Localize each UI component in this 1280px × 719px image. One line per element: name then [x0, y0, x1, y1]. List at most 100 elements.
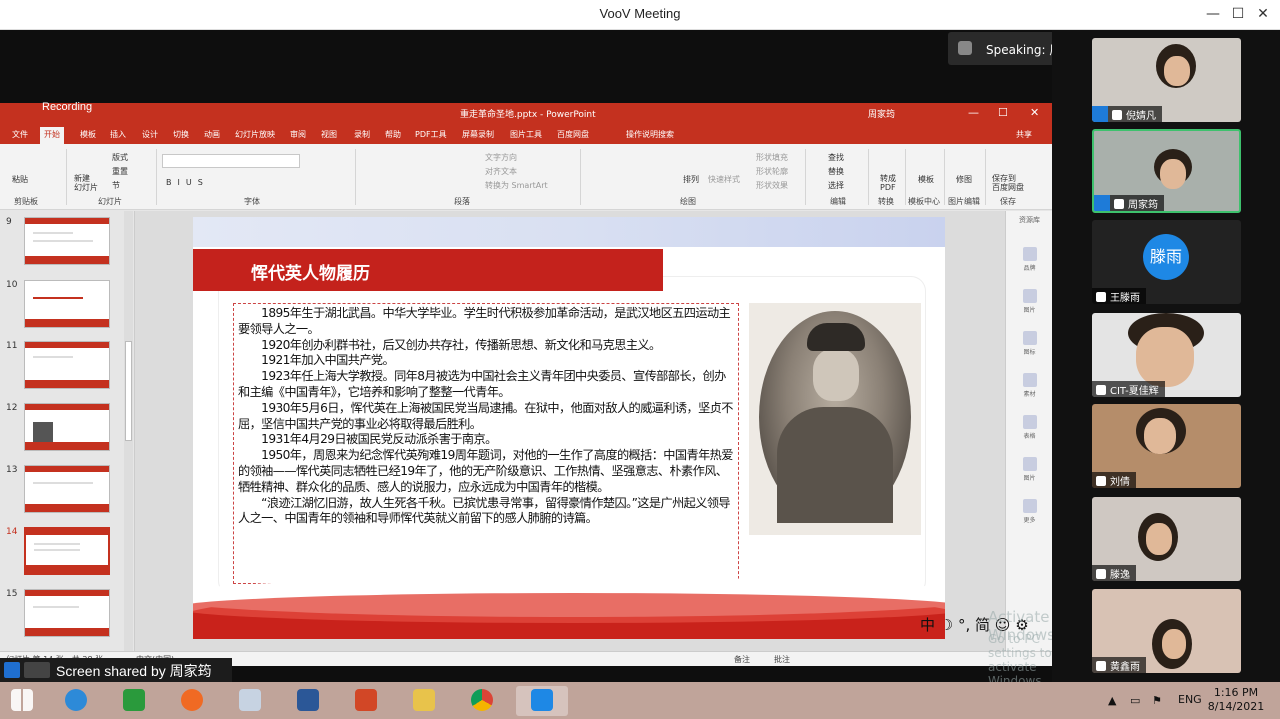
slide-thumbnail[interactable] — [24, 341, 110, 389]
tab-view[interactable]: 视图 — [321, 129, 337, 140]
arrange-button[interactable]: 排列 — [683, 174, 699, 185]
tab-insert[interactable]: 插入 — [110, 129, 126, 140]
tab-baidu-cloud[interactable]: 百度网盘 — [557, 129, 589, 140]
picture-edit-button[interactable]: 修图 — [956, 174, 972, 185]
participant-tile[interactable]: 滕雨 王滕雨 — [1092, 220, 1241, 304]
font-name-select[interactable] — [162, 154, 300, 168]
chrome-icon[interactable] — [466, 686, 498, 716]
start-button[interactable] — [6, 686, 38, 716]
replace-button[interactable]: 替换 — [828, 166, 844, 177]
participant-name: 刘倩 — [1092, 472, 1136, 488]
resource-item[interactable]: 更多 — [1006, 499, 1053, 524]
slide-thumbnail-selected[interactable] — [24, 527, 110, 575]
template-button[interactable]: 模板 — [918, 174, 934, 185]
slide-thumbnail[interactable] — [24, 465, 110, 513]
ppt-ribbon: 粘贴 新建 幻灯片 版式 重置 节 BIUS 文字方向 对齐文本 转换为 Sma… — [0, 144, 1052, 210]
store-icon[interactable] — [118, 686, 150, 716]
resource-pane: 资源库 品牌 图片 图标 素材 表格 图片 更多 — [1005, 211, 1052, 651]
slide-thumbnail[interactable] — [24, 217, 110, 265]
comments-button[interactable]: 批注 — [774, 654, 790, 665]
close-button[interactable]: ✕ — [1252, 4, 1274, 24]
participant-tile[interactable]: 滕逸 — [1092, 497, 1241, 581]
tab-home[interactable]: 开始 — [40, 127, 64, 144]
thumbnail-scrollbar[interactable] — [124, 211, 133, 651]
language-indicator[interactable]: ENG — [1178, 693, 1202, 706]
network-icon[interactable]: ▭ — [1130, 694, 1140, 707]
resource-item[interactable]: 图片 — [1006, 457, 1053, 482]
slide-paragraph: 1921年加入中国共产党。 — [238, 353, 395, 368]
save-to-cloud-button[interactable]: 保存到 百度网盘 — [992, 174, 1024, 192]
to-pdf-button[interactable]: 转成 PDF — [880, 174, 896, 192]
tab-animations[interactable]: 动画 — [204, 129, 220, 140]
select-button[interactable]: 选择 — [828, 180, 844, 191]
slide-textbox[interactable]: 1895年生于湖北武昌。中华大学毕业。学生时代积极参加革命活动，是武汉地区五四运… — [233, 303, 739, 584]
smartart-button[interactable]: 转换为 SmartArt — [485, 180, 548, 191]
notes-button[interactable]: 备注 — [734, 654, 750, 665]
firefox-icon[interactable] — [176, 686, 208, 716]
file-explorer-icon[interactable] — [408, 686, 440, 716]
tab-pdf-tools[interactable]: PDF工具 — [415, 129, 447, 140]
quick-styles-button[interactable]: 快速样式 — [708, 174, 740, 185]
tab-transitions[interactable]: 切换 — [173, 129, 189, 140]
slide-number: 12 — [6, 403, 18, 413]
slide-thumbnail[interactable] — [24, 403, 110, 451]
powerpoint-icon[interactable] — [350, 686, 382, 716]
paint-icon[interactable] — [234, 686, 266, 716]
maximize-button[interactable]: ☐ — [1227, 4, 1249, 24]
find-button[interactable]: 查找 — [828, 152, 844, 163]
paste-button[interactable]: 粘贴 — [12, 174, 28, 185]
slide-number-selected: 14 — [6, 527, 18, 537]
participant-tile[interactable]: 刘倩 — [1092, 404, 1241, 488]
word-icon[interactable] — [292, 686, 324, 716]
group-clipboard: 剪贴板 — [14, 197, 38, 206]
screen-share-indicator[interactable]: Screen shared by 周家筠 — [0, 658, 232, 682]
resource-item[interactable]: 素材 — [1006, 373, 1053, 398]
share-button[interactable]: 共享 — [1016, 129, 1032, 140]
participant-tile[interactable]: 黄鑫雨 — [1092, 589, 1241, 673]
participant-tile[interactable]: CIT-夏佳辉 — [1092, 313, 1241, 397]
slide-number: 11 — [6, 341, 18, 351]
ppt-menubar: 文件 开始 模板 插入 设计 切换 动画 幻灯片放映 审阅 视图 录制 帮助 P… — [0, 125, 1052, 144]
resource-item[interactable]: 表格 — [1006, 415, 1053, 440]
slide-thumbnail[interactable] — [24, 589, 110, 637]
reset-button[interactable]: 重置 — [112, 166, 128, 177]
tab-help[interactable]: 帮助 — [385, 129, 401, 140]
text-direction-button[interactable]: 文字方向 — [485, 152, 517, 163]
font-format-buttons[interactable]: BIUS — [166, 178, 209, 187]
tab-design[interactable]: 设计 — [142, 129, 158, 140]
ppt-minimize-icon[interactable]: — — [968, 106, 979, 119]
align-text-button[interactable]: 对齐文本 — [485, 166, 517, 177]
tab-template[interactable]: 模板 — [80, 129, 96, 140]
tab-screen-record[interactable]: 屏幕录制 — [462, 129, 494, 140]
tab-review[interactable]: 审阅 — [290, 129, 306, 140]
ppt-maximize-icon[interactable]: ☐ — [998, 106, 1008, 119]
activate-windows-hint: Go to PC settings to activate Windows. — [988, 632, 1052, 688]
slide-paragraph: 1895年生于湖北武昌。中华大学毕业。学生时代积极参加革命活动，是武汉地区五四运… — [238, 306, 731, 336]
section-button[interactable]: 节 — [112, 180, 120, 191]
slide-thumbnail[interactable] — [24, 280, 110, 328]
layout-button[interactable]: 版式 — [112, 152, 128, 163]
tab-tell-me[interactable]: 操作说明搜索 — [626, 129, 674, 140]
new-slide-button[interactable]: 新建 幻灯片 — [74, 174, 98, 192]
slide-canvas: 恽代英人物履历 1895年生于湖北武昌。中华大学毕业。学生时代积极参加革命活动，… — [135, 211, 1005, 651]
tab-record[interactable]: 录制 — [354, 129, 370, 140]
resource-item[interactable]: 品牌 — [1006, 247, 1053, 272]
shape-effects-button[interactable]: 形状效果 — [756, 180, 788, 191]
flag-icon[interactable]: ⚑ — [1152, 694, 1162, 707]
resource-item[interactable]: 图标 — [1006, 331, 1053, 356]
participant-tile[interactable]: 倪婧凡 — [1092, 38, 1241, 122]
minimize-button[interactable]: — — [1202, 4, 1224, 24]
ie-icon[interactable] — [60, 686, 92, 716]
tab-picture-tools[interactable]: 图片工具 — [510, 129, 542, 140]
tab-slideshow[interactable]: 幻灯片放映 — [235, 129, 275, 140]
participant-tile-active[interactable]: 周家筠 — [1092, 129, 1241, 213]
voov-icon[interactable] — [516, 686, 568, 716]
tray-chevron-icon[interactable]: ▲ — [1108, 694, 1116, 707]
tab-file[interactable]: 文件 — [12, 129, 28, 140]
slide-paragraph: 1923年任上海大学教授。同年8月被选为中国社会主义青年团中央委员、宣传部部长，… — [238, 369, 726, 399]
resource-item[interactable]: 图片 — [1006, 289, 1053, 314]
clock[interactable]: 1:16 PM 8/14/2021 — [1206, 686, 1266, 714]
shape-fill-button[interactable]: 形状填充 — [756, 152, 788, 163]
ppt-close-icon[interactable]: ✕ — [1030, 106, 1039, 119]
shape-outline-button[interactable]: 形状轮廓 — [756, 166, 788, 177]
